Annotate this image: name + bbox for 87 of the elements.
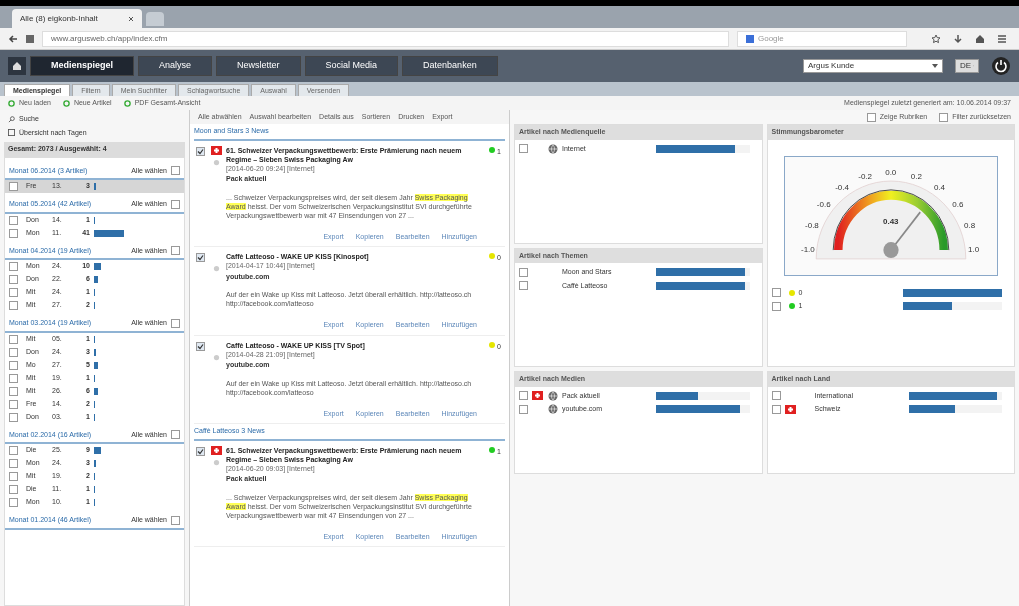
pin-icon[interactable]	[212, 458, 220, 466]
count-bar	[94, 387, 98, 395]
checkbox[interactable]	[9, 215, 18, 225]
menu-icon[interactable]	[997, 33, 1007, 44]
check-icon	[196, 447, 204, 455]
download-icon[interactable]	[953, 33, 963, 44]
nav-tab[interactable]: Newsletter	[216, 56, 301, 76]
checkbox[interactable]	[9, 360, 18, 370]
checkbox[interactable]	[9, 498, 18, 507]
checkbox[interactable]	[171, 166, 180, 176]
checkbox[interactable]	[195, 253, 205, 262]
count-bar	[94, 276, 98, 283]
checkbox[interactable]	[9, 373, 18, 383]
browser-tab[interactable]: Alle (8) eigkonb-Inhalt	[12, 9, 142, 28]
checkbox[interactable]	[9, 347, 18, 357]
gauge-tick-label: 0.0	[885, 169, 897, 178]
checkbox[interactable]	[771, 404, 781, 414]
checkbox[interactable]	[9, 275, 18, 284]
count-bar	[94, 361, 98, 369]
count-bar	[94, 447, 101, 454]
checkbox[interactable]	[9, 386, 18, 396]
checkbox[interactable]	[171, 515, 180, 525]
nav-tab[interactable]: Analyse	[138, 56, 213, 76]
checkbox[interactable]	[9, 472, 18, 481]
check-icon	[196, 342, 204, 350]
nav-tab[interactable]: Medienspiegel	[30, 56, 134, 76]
gauge-reading: 0.43	[882, 215, 899, 228]
close-icon[interactable]	[128, 15, 134, 22]
checkbox[interactable]	[519, 281, 528, 291]
checkbox[interactable]	[9, 288, 18, 297]
check-icon	[196, 147, 204, 155]
gauge-tick-label: -0.2	[858, 172, 872, 181]
gauge-tick-label: 0.2	[910, 172, 922, 181]
checkbox[interactable]	[866, 112, 876, 122]
count-bar	[94, 229, 124, 237]
home-icon[interactable]	[975, 33, 985, 44]
checkbox[interactable]	[9, 262, 18, 271]
gauge-tick-label: -0.6	[816, 200, 831, 209]
nav-tab[interactable]: Datenbanken	[402, 56, 498, 76]
checkbox[interactable]	[9, 182, 18, 191]
checkbox[interactable]	[9, 334, 18, 344]
power-icon[interactable]	[991, 56, 1011, 76]
checkbox[interactable]	[9, 412, 18, 422]
grid-icon[interactable]	[26, 34, 34, 43]
checkbox[interactable]	[195, 341, 205, 351]
pin-icon[interactable]	[212, 265, 220, 272]
checkbox[interactable]	[9, 301, 18, 310]
checkbox[interactable]	[771, 301, 781, 311]
calendar-icon	[8, 129, 15, 137]
checkbox[interactable]	[519, 144, 528, 154]
gauge-tick-label: -0.8	[805, 222, 819, 231]
checkbox[interactable]	[171, 199, 180, 209]
pin-icon[interactable]	[212, 353, 220, 361]
checkbox[interactable]	[771, 391, 781, 401]
checkbox[interactable]	[171, 318, 180, 328]
language-select[interactable]: DE	[955, 59, 979, 73]
home-icon[interactable]	[8, 57, 26, 75]
checkbox[interactable]	[9, 485, 18, 494]
gauge-tick-label: -1.0	[801, 245, 815, 254]
back-icon[interactable]	[8, 33, 18, 44]
pin-icon[interactable]	[212, 158, 220, 166]
star-icon[interactable]	[931, 33, 941, 44]
checkbox[interactable]	[939, 112, 949, 122]
check-icon	[196, 254, 204, 261]
nav-tab[interactable]: Social Media	[304, 56, 399, 76]
checkbox[interactable]	[9, 228, 18, 238]
checkbox[interactable]	[519, 267, 528, 277]
checkbox[interactable]	[171, 430, 180, 440]
search-engine-icon	[746, 34, 754, 43]
checkbox[interactable]	[9, 399, 18, 409]
search-icon	[8, 115, 15, 123]
checkbox[interactable]	[519, 391, 528, 401]
checkbox[interactable]	[771, 288, 781, 298]
checkbox[interactable]	[519, 404, 528, 414]
gauge-tick-label: 1.0	[968, 245, 980, 254]
address-field[interactable]: www.argusweb.ch/app/index.cfm	[42, 30, 729, 47]
checkbox[interactable]	[195, 446, 205, 456]
checkbox[interactable]	[171, 246, 180, 256]
gauge-tick-label: 0.8	[964, 222, 976, 231]
count-bar	[94, 263, 101, 270]
account-select[interactable]: Argus Kunde	[803, 59, 943, 73]
gauge-tick-label: 0.6	[952, 200, 964, 209]
checkbox[interactable]	[195, 146, 205, 156]
checkbox[interactable]	[9, 446, 18, 455]
gauge-tick-label: 0.4	[933, 183, 945, 192]
gauge-tick-label: -0.4	[835, 183, 849, 192]
checkbox[interactable]	[9, 459, 18, 468]
